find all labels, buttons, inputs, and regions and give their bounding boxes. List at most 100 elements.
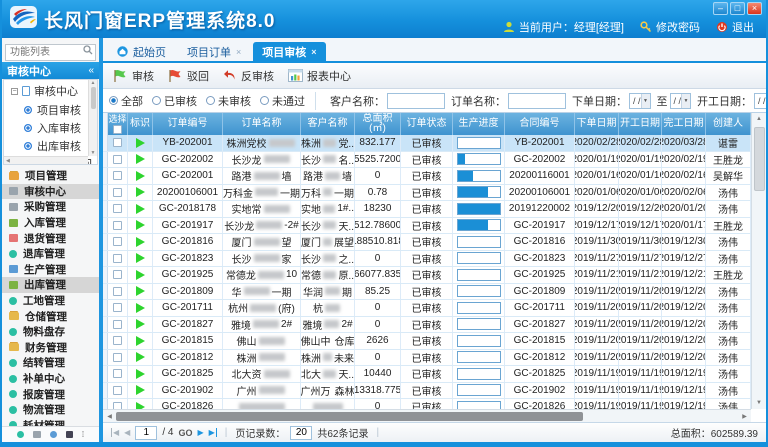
table-row[interactable]: GC-201816 厦门望 厦门展望 188510.818 已审核 GC-201… bbox=[103, 234, 751, 251]
row-checkbox[interactable] bbox=[113, 386, 122, 395]
maximize-button[interactable]: □ bbox=[730, 2, 745, 15]
pager-next-button[interactable]: ▶ bbox=[197, 428, 203, 437]
reject-button[interactable]: 驳回 bbox=[168, 68, 209, 84]
table-row[interactable]: GC-201827 雅境2# 雅境2# 0 已审核 GC-201827 2019… bbox=[103, 317, 751, 334]
row-checkbox[interactable] bbox=[113, 155, 122, 164]
row-checkbox[interactable] bbox=[113, 369, 122, 378]
table-row[interactable]: GC-201925 常德龙10 常德原.. 266077.835.. 已审核 G… bbox=[103, 267, 751, 284]
col-select[interactable]: 选择 bbox=[108, 113, 128, 135]
table-row[interactable]: GC-202001 路港墙 路港墙 0 已审核 20200116001 2020… bbox=[103, 168, 751, 185]
row-checkbox[interactable] bbox=[113, 402, 122, 409]
pager-first-button[interactable]: ◀ bbox=[111, 428, 119, 437]
tree-horizontal-scrollbar[interactable]: ◀ bbox=[4, 156, 88, 164]
start-date-input[interactable]: / /▼ bbox=[754, 93, 768, 109]
footer-pen-icon[interactable] bbox=[50, 431, 57, 438]
scroll-right-icon[interactable]: ▶ bbox=[738, 413, 751, 420]
col-customer[interactable]: 客户名称 bbox=[301, 113, 355, 135]
table-row[interactable]: GC-201917 长沙龙-2# 长沙天.. 8512.78600.. 已审核 … bbox=[103, 218, 751, 235]
row-checkbox[interactable] bbox=[113, 221, 122, 230]
pager-prev-button[interactable]: ◀ bbox=[124, 428, 130, 437]
table-row[interactable]: GC-201812 株洲 株洲未来 0 已审核 GC-201812 2019/1… bbox=[103, 350, 751, 367]
tab-project-orders[interactable]: 项目订单 × bbox=[178, 42, 250, 61]
select-all-checkbox[interactable] bbox=[113, 125, 122, 134]
row-checkbox[interactable] bbox=[113, 303, 122, 312]
footer-person-icon[interactable] bbox=[66, 431, 73, 438]
table-row[interactable]: GC-202002 长沙龙 长沙名.. 65525.7200.. 已审核 GC-… bbox=[103, 152, 751, 169]
tab-home[interactable]: 起始页 bbox=[108, 42, 175, 61]
order-name-input[interactable] bbox=[508, 93, 566, 109]
radio-all[interactable]: 全部 bbox=[109, 93, 143, 109]
sidebar-module-item[interactable]: 工地管理 bbox=[2, 293, 99, 309]
table-row[interactable]: GC-201711 杭州(府) 杭 0 已审核 GC-201711 2019/1… bbox=[103, 300, 751, 317]
table-row[interactable]: 20200106001 万科金一期 万科一期 0.78 已审核 20200106… bbox=[103, 185, 751, 202]
report-center-button[interactable]: 报表中心 bbox=[288, 68, 351, 84]
sidebar-module-item[interactable]: 补单中心 bbox=[2, 371, 99, 387]
row-checkbox[interactable] bbox=[113, 138, 122, 147]
sidebar-module-item[interactable]: 财务管理 bbox=[2, 340, 99, 356]
sidebar-module-item[interactable]: 采购管理 bbox=[2, 199, 99, 215]
col-flag[interactable]: 标识 bbox=[128, 113, 153, 135]
sidebar-module-item[interactable]: 物流管理 bbox=[2, 402, 99, 418]
sidebar-module-item[interactable]: 耗材管理 bbox=[2, 418, 99, 427]
sidebar-module-item[interactable]: 物料盘存 bbox=[2, 324, 99, 340]
tree-item[interactable]: 项目审核 bbox=[4, 100, 97, 118]
pager-last-button[interactable]: ▶ bbox=[209, 428, 217, 437]
sidebar-module-item[interactable]: 生产管理 bbox=[2, 262, 99, 278]
radio-unapproved[interactable]: 未审核 bbox=[206, 93, 251, 109]
close-tab-icon[interactable]: × bbox=[311, 47, 316, 57]
order-date-to-input[interactable]: / /▼ bbox=[670, 93, 692, 109]
scroll-up-icon[interactable]: ▲ bbox=[756, 113, 762, 125]
tab-project-audit[interactable]: 项目审核 × bbox=[253, 42, 325, 61]
tree-item[interactable]: 出库审核 bbox=[4, 136, 97, 154]
tree-vertical-scrollbar[interactable]: ▲▼ bbox=[88, 80, 97, 156]
tree-expander-icon[interactable]: − bbox=[11, 88, 18, 95]
sidebar-module-item[interactable]: 项目管理 bbox=[2, 168, 99, 184]
row-checkbox[interactable] bbox=[113, 204, 122, 213]
vertical-scroll-thumb[interactable] bbox=[754, 127, 765, 191]
row-checkbox[interactable] bbox=[113, 270, 122, 279]
footer-overflow-icon[interactable]: ⁞ bbox=[82, 430, 84, 439]
grid-vertical-scrollbar[interactable]: ▲ ▼ bbox=[751, 113, 766, 409]
col-order-date[interactable]: 下单日期 bbox=[575, 113, 619, 135]
sidebar-panel-header[interactable]: 审核中心 « bbox=[2, 62, 99, 79]
grid-horizontal-scrollbar[interactable]: ◀ ▶ bbox=[103, 409, 751, 422]
scroll-down-icon[interactable]: ▼ bbox=[756, 397, 762, 409]
row-checkbox[interactable] bbox=[113, 254, 122, 263]
row-checkbox[interactable] bbox=[113, 188, 122, 197]
sidebar-module-item[interactable]: 出库管理 bbox=[2, 277, 99, 293]
table-row[interactable]: GC-201823 长沙家 长沙之.. 0 已审核 GC-201823 2019… bbox=[103, 251, 751, 268]
horizontal-scroll-thumb[interactable] bbox=[116, 412, 583, 421]
collapse-panel-icon[interactable]: « bbox=[88, 65, 94, 76]
row-checkbox[interactable] bbox=[113, 320, 122, 329]
logout-button[interactable]: 退出 bbox=[716, 19, 754, 35]
dropdown-icon[interactable]: ▼ bbox=[681, 94, 690, 108]
scroll-left-icon[interactable]: ◀ bbox=[103, 413, 116, 420]
change-password-button[interactable]: 修改密码 bbox=[640, 19, 700, 35]
tree-root-node[interactable]: − 审核中心 bbox=[4, 80, 97, 100]
table-row[interactable]: GC-201809 华一期 华润期 85.25 已审核 GC-201809 20… bbox=[103, 284, 751, 301]
col-contract[interactable]: 合同编号 bbox=[505, 113, 575, 135]
order-date-from-input[interactable]: / /▼ bbox=[629, 93, 651, 109]
sidebar-module-item[interactable]: 退库管理 bbox=[2, 246, 99, 262]
sidebar-module-item[interactable]: 结转管理 bbox=[2, 355, 99, 371]
table-row[interactable]: GC-201825 北大资 北大天.. 10440 已审核 GC-201825 … bbox=[103, 366, 751, 383]
close-tab-icon[interactable]: × bbox=[236, 47, 241, 57]
table-row[interactable]: GC-201826 0 已审核 GC-201826 2019/11/19 201… bbox=[103, 399, 751, 409]
sidebar-module-item[interactable]: 入库管理 bbox=[2, 215, 99, 231]
row-checkbox[interactable] bbox=[113, 336, 122, 345]
sidebar-module-item[interactable]: 退货管理 bbox=[2, 230, 99, 246]
col-creator[interactable]: 创建人 bbox=[706, 113, 751, 135]
row-checkbox[interactable] bbox=[113, 353, 122, 362]
radio-rejected[interactable]: 未通过 bbox=[260, 93, 305, 109]
row-checkbox[interactable] bbox=[113, 237, 122, 246]
radio-approved[interactable]: 已审核 bbox=[152, 93, 197, 109]
sidebar-module-item[interactable]: 审核中心 bbox=[2, 184, 99, 200]
unapprove-button[interactable]: 反审核 bbox=[223, 68, 274, 84]
col-finish-date[interactable]: 完工日期 bbox=[662, 113, 706, 135]
col-progress[interactable]: 生产进度 bbox=[453, 113, 505, 135]
customer-name-input[interactable] bbox=[387, 93, 445, 109]
row-checkbox[interactable] bbox=[113, 287, 122, 296]
footer-cart-icon[interactable] bbox=[33, 431, 41, 438]
minimize-button[interactable]: – bbox=[713, 2, 728, 15]
footer-module-icon[interactable] bbox=[17, 431, 24, 438]
